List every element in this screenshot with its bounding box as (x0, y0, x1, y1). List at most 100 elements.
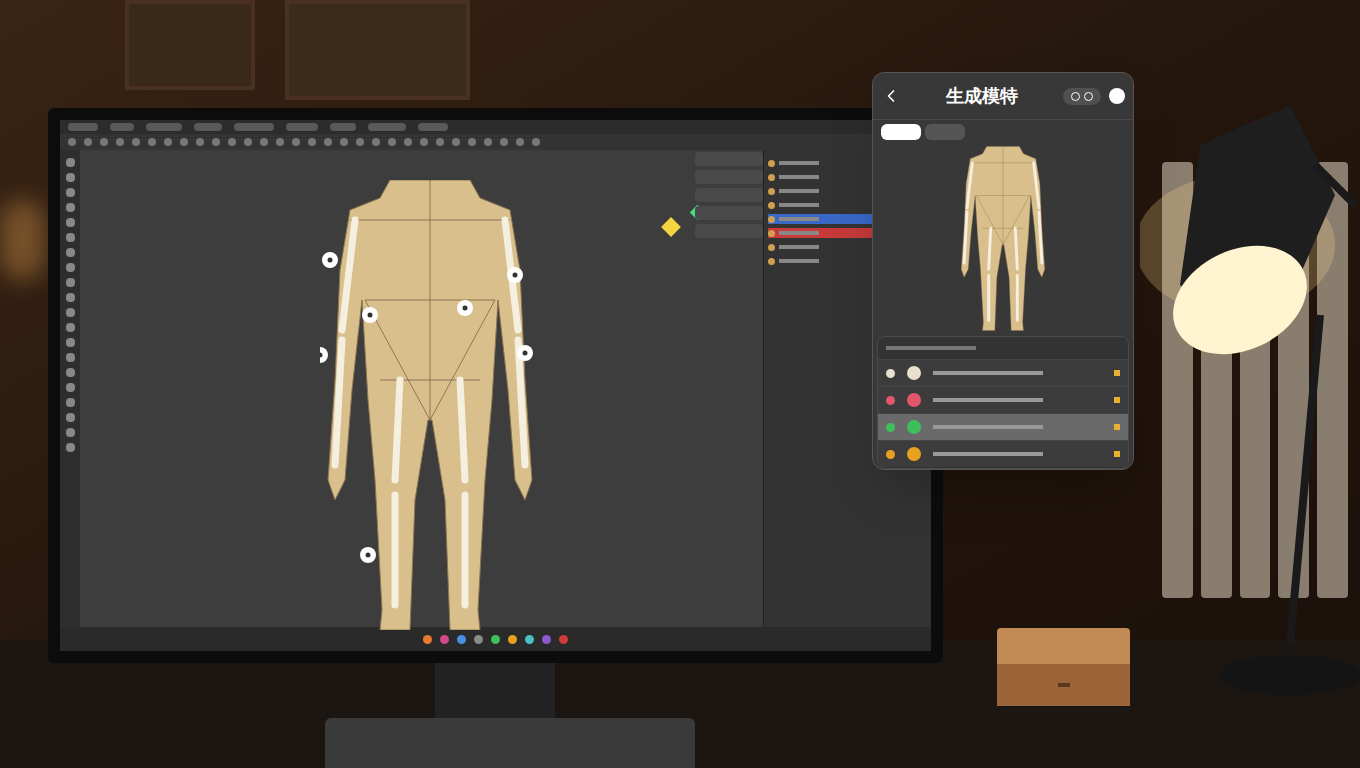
tool-icon[interactable] (260, 138, 268, 146)
tool-icon[interactable] (66, 188, 75, 197)
tool-icon[interactable] (468, 138, 476, 146)
sparkle-icon (661, 217, 681, 237)
tool-icon[interactable] (148, 138, 156, 146)
tool-icon[interactable] (66, 413, 75, 422)
tool-icon[interactable] (340, 138, 348, 146)
tool-icon[interactable] (66, 158, 75, 167)
panel-tab[interactable] (881, 124, 921, 140)
app-icon[interactable] (491, 635, 500, 644)
cork-box (997, 628, 1130, 706)
app-icon[interactable] (423, 635, 432, 644)
tool-icon[interactable] (116, 138, 124, 146)
tool-icon[interactable] (66, 428, 75, 437)
color-dot (907, 393, 921, 407)
property-row[interactable] (695, 188, 763, 202)
viewport[interactable] (80, 150, 763, 627)
toolbar-item[interactable] (194, 123, 222, 131)
action-icon[interactable] (1071, 92, 1080, 101)
tool-icon[interactable] (66, 338, 75, 347)
toolbar-item[interactable] (368, 123, 406, 131)
toolbar-item[interactable] (110, 123, 134, 131)
tool-icon[interactable] (228, 138, 236, 146)
tool-icon[interactable] (244, 138, 252, 146)
tool-icon[interactable] (66, 368, 75, 377)
tool-icon[interactable] (436, 138, 444, 146)
toolbar-item[interactable] (330, 123, 356, 131)
tool-icon[interactable] (500, 138, 508, 146)
tool-icon[interactable] (66, 308, 75, 317)
panel-tabs (873, 119, 1133, 144)
list-header (878, 337, 1128, 359)
app-icon[interactable] (559, 635, 568, 644)
property-row[interactable] (695, 170, 763, 184)
tool-icon[interactable] (84, 138, 92, 146)
tool-icon[interactable] (532, 138, 540, 146)
tool-icon[interactable] (66, 173, 75, 182)
tool-icon[interactable] (308, 138, 316, 146)
tool-icon[interactable] (516, 138, 524, 146)
panel-tab[interactable] (925, 124, 965, 140)
app-icon[interactable] (457, 635, 466, 644)
style-row[interactable] (878, 359, 1128, 386)
tool-icon[interactable] (196, 138, 204, 146)
style-row[interactable] (878, 413, 1128, 440)
style-row[interactable] (878, 440, 1128, 467)
tool-icon[interactable] (324, 138, 332, 146)
row-icon (886, 396, 895, 405)
tool-icon[interactable] (404, 138, 412, 146)
toolbar-item[interactable] (234, 123, 274, 131)
tool-icon[interactable] (164, 138, 172, 146)
tool-icon[interactable] (372, 138, 380, 146)
tool-icon[interactable] (356, 138, 364, 146)
tool-icon[interactable] (292, 138, 300, 146)
tool-icon[interactable] (66, 203, 75, 212)
tool-icon[interactable] (66, 218, 75, 227)
row-icon (886, 423, 895, 432)
tool-icon[interactable] (276, 138, 284, 146)
style-row[interactable] (878, 386, 1128, 413)
app-icon[interactable] (542, 635, 551, 644)
app-icon[interactable] (440, 635, 449, 644)
tool-icon[interactable] (452, 138, 460, 146)
monitor (48, 108, 943, 663)
app-icon[interactable] (525, 635, 534, 644)
tool-icon[interactable] (66, 443, 75, 452)
picture-frame (285, 0, 470, 100)
taskbar (60, 627, 931, 651)
tool-icon[interactable] (66, 398, 75, 407)
tool-icon[interactable] (132, 138, 140, 146)
toolbar-item[interactable] (68, 123, 98, 131)
tool-icon[interactable] (66, 383, 75, 392)
tool-icon[interactable] (420, 138, 428, 146)
tool-icon[interactable] (66, 278, 75, 287)
panel-title: 生成模特 (909, 83, 1055, 110)
tool-icon[interactable] (66, 353, 75, 362)
color-dot (907, 420, 921, 434)
tool-icon[interactable] (484, 138, 492, 146)
tool-icon[interactable] (66, 323, 75, 332)
toolbar-item[interactable] (146, 123, 182, 131)
tool-icon[interactable] (66, 248, 75, 257)
action-icon[interactable] (1084, 92, 1093, 101)
tool-icon[interactable] (68, 138, 76, 146)
app-icon[interactable] (508, 635, 517, 644)
back-icon[interactable] (881, 86, 901, 106)
tool-icon[interactable] (388, 138, 396, 146)
toolbar-item[interactable] (418, 123, 448, 131)
tool-icon[interactable] (66, 263, 75, 272)
property-row[interactable] (695, 152, 763, 166)
tool-icon[interactable] (100, 138, 108, 146)
app-icon[interactable] (474, 635, 483, 644)
close-icon[interactable] (1109, 88, 1125, 104)
tool-icon[interactable] (180, 138, 188, 146)
mannequin-icon (320, 180, 540, 630)
property-row[interactable] (695, 224, 763, 238)
desk-lamp-icon (1140, 85, 1360, 725)
tool-icon[interactable] (66, 233, 75, 242)
toolbar-item[interactable] (286, 123, 318, 131)
tool-icon[interactable] (66, 293, 75, 302)
property-row[interactable] (695, 206, 763, 220)
picture-frame (125, 0, 255, 90)
tool-icon[interactable] (212, 138, 220, 146)
style-list (877, 336, 1129, 469)
